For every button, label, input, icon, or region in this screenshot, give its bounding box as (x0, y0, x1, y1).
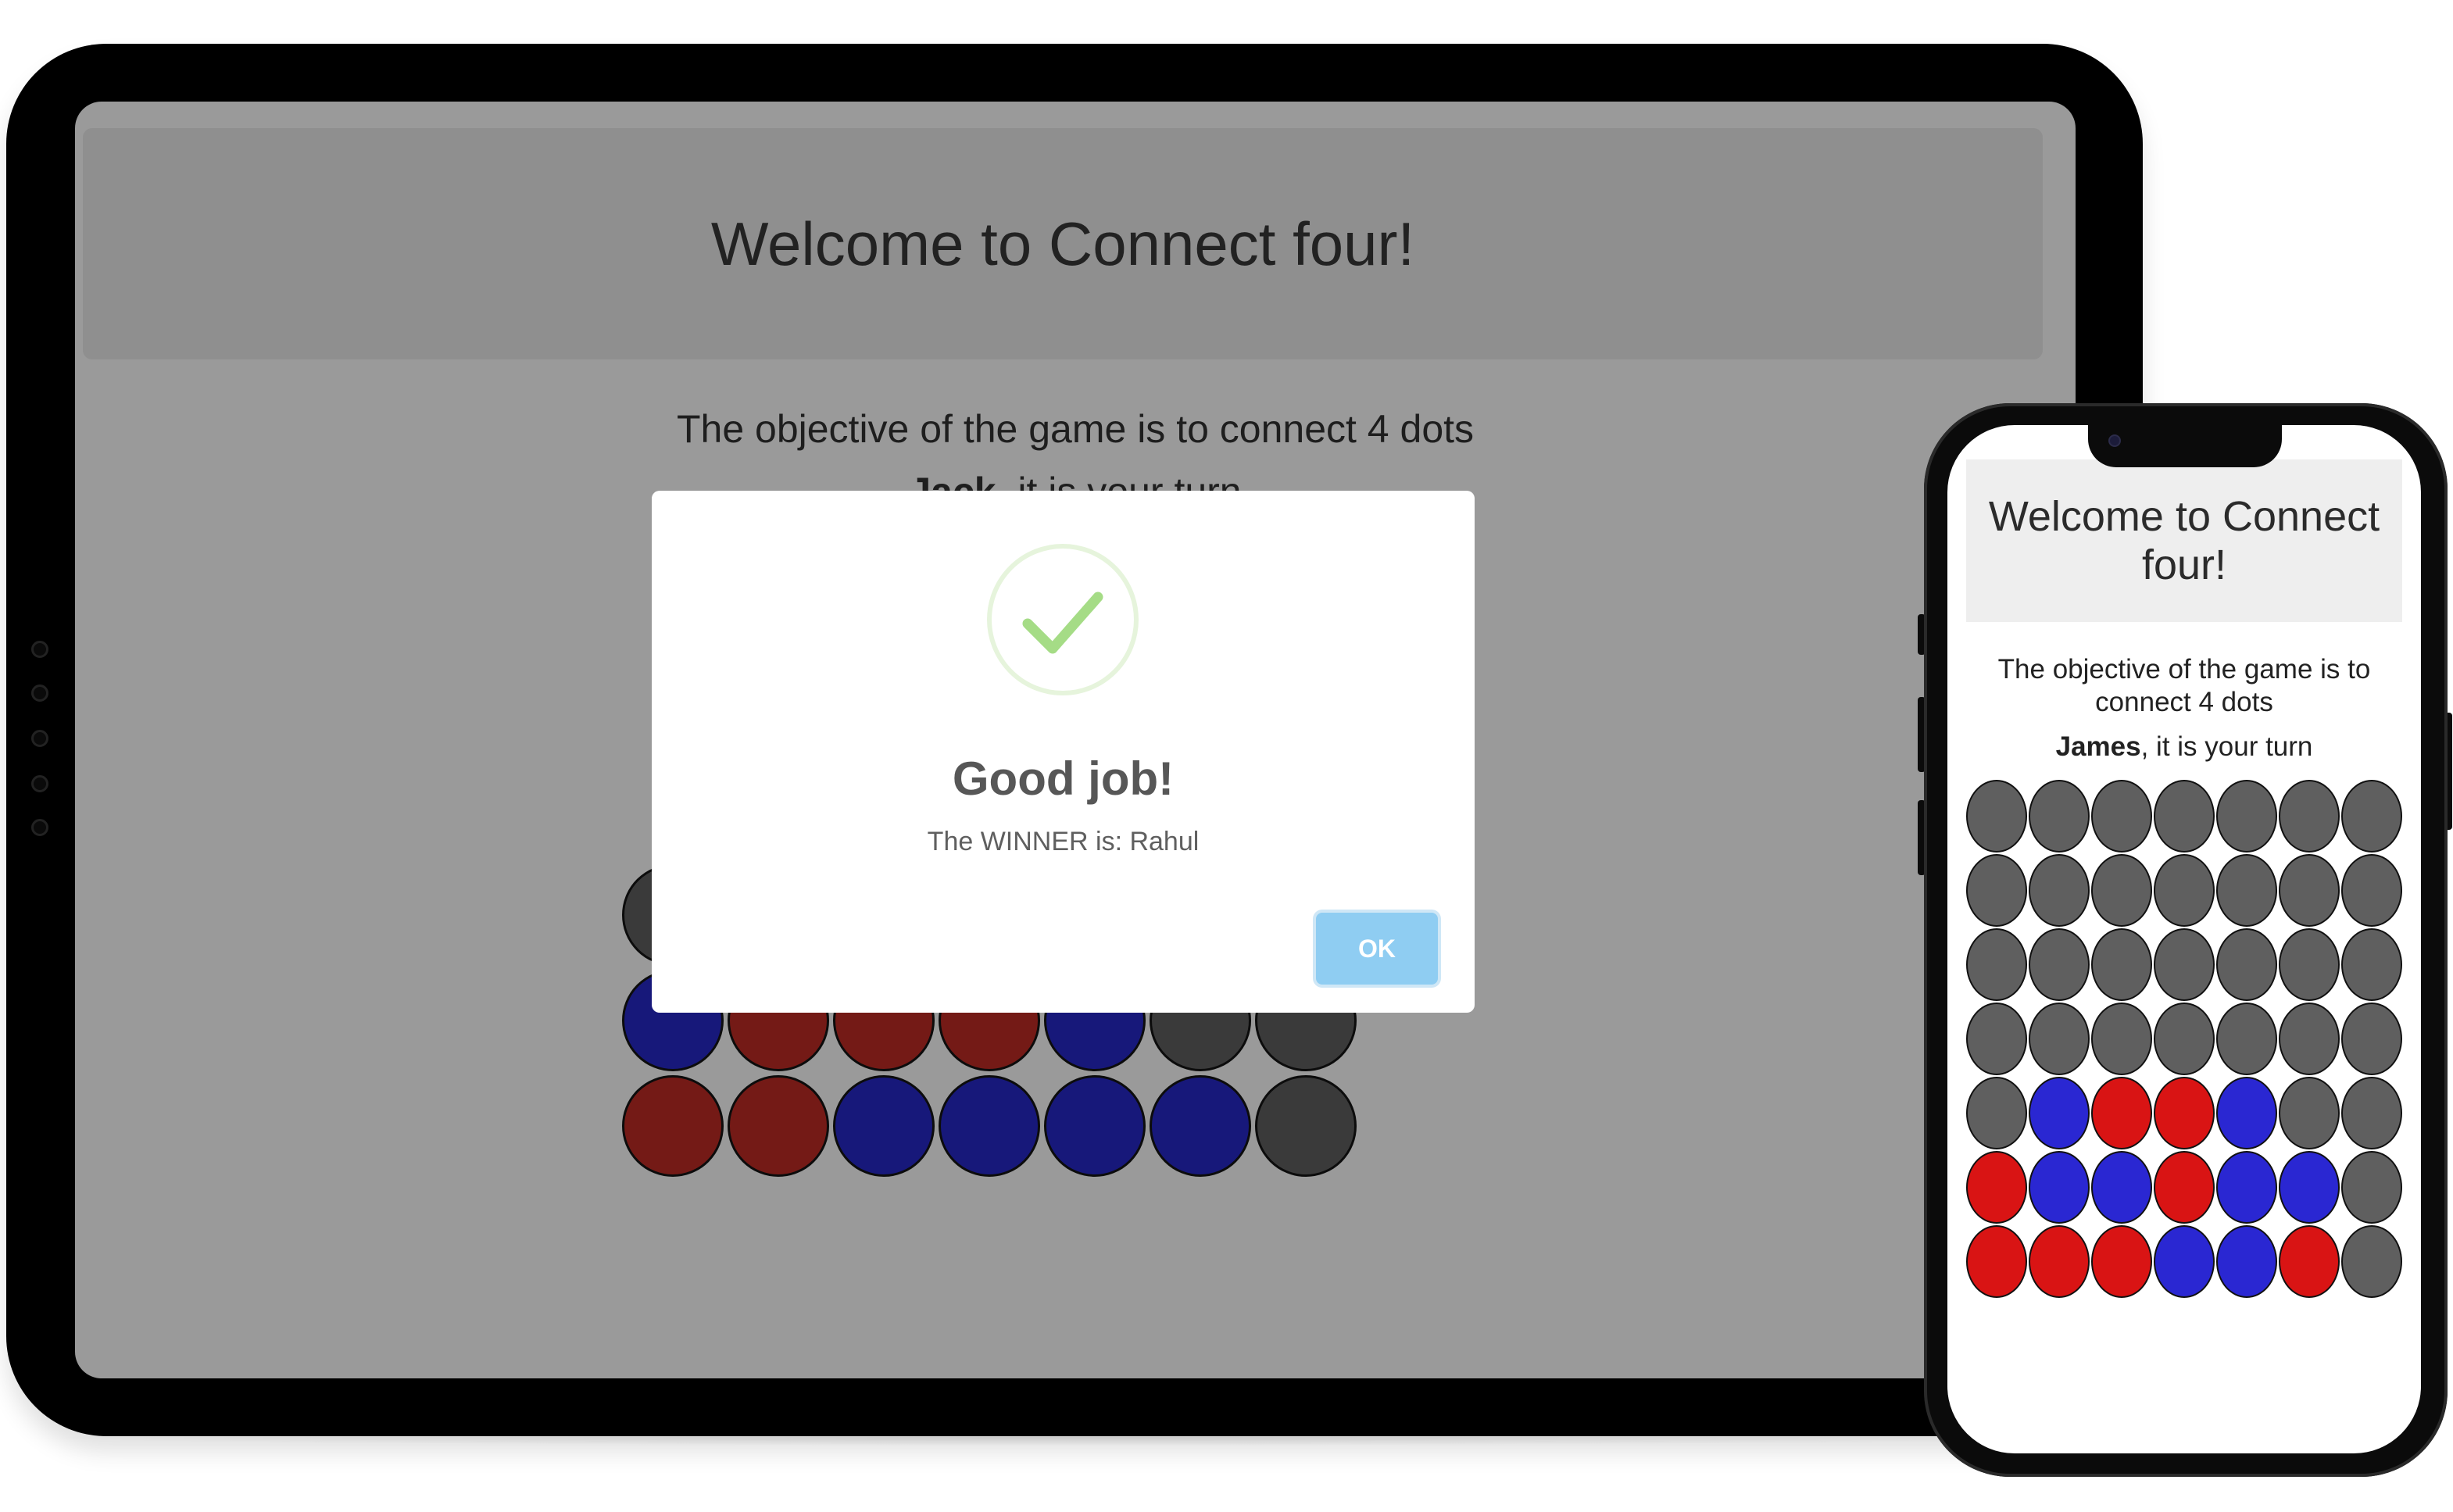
board-cell-blue[interactable] (2029, 1077, 2090, 1149)
tablet-sensor-dot (31, 775, 48, 792)
board-cell-empty[interactable] (2154, 780, 2215, 853)
board-cell-blue[interactable] (833, 1075, 935, 1177)
board-cell-red[interactable] (2091, 1077, 2152, 1149)
board-cell-blue[interactable] (2279, 1151, 2340, 1224)
ok-button[interactable]: OK (1316, 913, 1438, 985)
board-cell-blue[interactable] (2091, 1151, 2152, 1224)
board-cell-red[interactable] (2029, 1225, 2090, 1298)
tablet-header: Welcome to Connect four! (83, 128, 2043, 359)
board-cell-empty[interactable] (1255, 1075, 1357, 1177)
board-cell-red[interactable] (2154, 1077, 2215, 1149)
checkmark-icon (987, 544, 1139, 695)
tablet-sensor-dot (31, 641, 48, 658)
board-cell-red[interactable] (1966, 1151, 2027, 1224)
phone-turn-text: James, it is your turn (1947, 731, 2421, 763)
dialog-title: Good job! (952, 752, 1175, 805)
board-cell-blue[interactable] (2216, 1077, 2277, 1149)
board-cell-empty[interactable] (2279, 928, 2340, 1001)
winner-dialog: Good job! The WINNER is: Rahul OK (652, 491, 1475, 1013)
board-cell-empty[interactable] (1966, 780, 2027, 853)
board-cell-empty[interactable] (2029, 780, 2090, 853)
board-cell-empty[interactable] (1966, 928, 2027, 1001)
board-cell-empty[interactable] (2279, 1003, 2340, 1075)
tablet-sensor-dot (31, 685, 48, 702)
phone-header: Welcome to Connect four! (1966, 459, 2402, 622)
board-cell-red[interactable] (622, 1075, 724, 1177)
board-cell-empty[interactable] (1966, 1077, 2027, 1149)
board-cell-empty[interactable] (2029, 854, 2090, 927)
board-cell-red[interactable] (728, 1075, 829, 1177)
board-cell-empty[interactable] (2216, 780, 2277, 853)
board-cell-blue[interactable] (1150, 1075, 1251, 1177)
board-cell-blue[interactable] (2029, 1151, 2090, 1224)
board-cell-empty[interactable] (1966, 854, 2027, 927)
board-cell-empty[interactable] (2091, 1003, 2152, 1075)
checkmark-icon-svg (1022, 592, 1103, 654)
board-cell-empty[interactable] (2341, 854, 2402, 927)
board-cell-blue[interactable] (2216, 1225, 2277, 1298)
board-cell-red[interactable] (1966, 1225, 2027, 1298)
board-cell-empty[interactable] (2154, 1003, 2215, 1075)
board-cell-empty[interactable] (2279, 780, 2340, 853)
board-cell-empty[interactable] (2341, 1077, 2402, 1149)
board-cell-empty[interactable] (2279, 1077, 2340, 1149)
phone-page-title: Welcome to Connect four! (1988, 493, 2380, 588)
board-cell-blue[interactable] (1044, 1075, 1146, 1177)
dialog-message: The WINNER is: Rahul (927, 827, 1200, 856)
phone-objective-text: The objective of the game is to connect … (1997, 654, 2371, 717)
board-cell-empty[interactable] (2091, 780, 2152, 853)
board-cell-empty[interactable] (2341, 1151, 2402, 1224)
tablet-sensor-dot (31, 819, 48, 836)
board-cell-red[interactable] (2154, 1151, 2215, 1224)
phone-turn-suffix: , it is your turn (2140, 731, 2313, 762)
board-cell-empty[interactable] (2154, 928, 2215, 1001)
phone-game-board (1966, 780, 2402, 1299)
board-cell-red[interactable] (2091, 1225, 2152, 1298)
board-cell-empty[interactable] (1966, 1003, 2027, 1075)
board-cell-empty[interactable] (2154, 854, 2215, 927)
tablet-page-title: Welcome to Connect four! (710, 209, 1415, 278)
board-cell-empty[interactable] (2341, 780, 2402, 853)
camera-icon (2108, 434, 2121, 447)
board-cell-empty[interactable] (2029, 928, 2090, 1001)
phone-player-name: James (2055, 731, 2141, 762)
board-cell-empty[interactable] (2216, 854, 2277, 927)
board-cell-empty[interactable] (2091, 854, 2152, 927)
board-cell-blue[interactable] (2216, 1151, 2277, 1224)
board-cell-empty[interactable] (2216, 1003, 2277, 1075)
phone-screen: Welcome to Connect four! The objective o… (1947, 425, 2421, 1453)
tablet-objective-text: The objective of the game is to connect … (676, 407, 1475, 451)
board-cell-empty[interactable] (2279, 854, 2340, 927)
board-cell-blue[interactable] (939, 1075, 1040, 1177)
board-cell-empty[interactable] (2341, 1225, 2402, 1298)
tablet-sensor-dot (31, 730, 48, 747)
board-cell-empty[interactable] (2216, 928, 2277, 1001)
board-cell-empty[interactable] (2341, 928, 2402, 1001)
board-cell-empty[interactable] (2029, 1003, 2090, 1075)
board-cell-empty[interactable] (2341, 1003, 2402, 1075)
board-cell-blue[interactable] (2154, 1225, 2215, 1298)
board-cell-empty[interactable] (2091, 928, 2152, 1001)
board-cell-red[interactable] (2279, 1225, 2340, 1298)
